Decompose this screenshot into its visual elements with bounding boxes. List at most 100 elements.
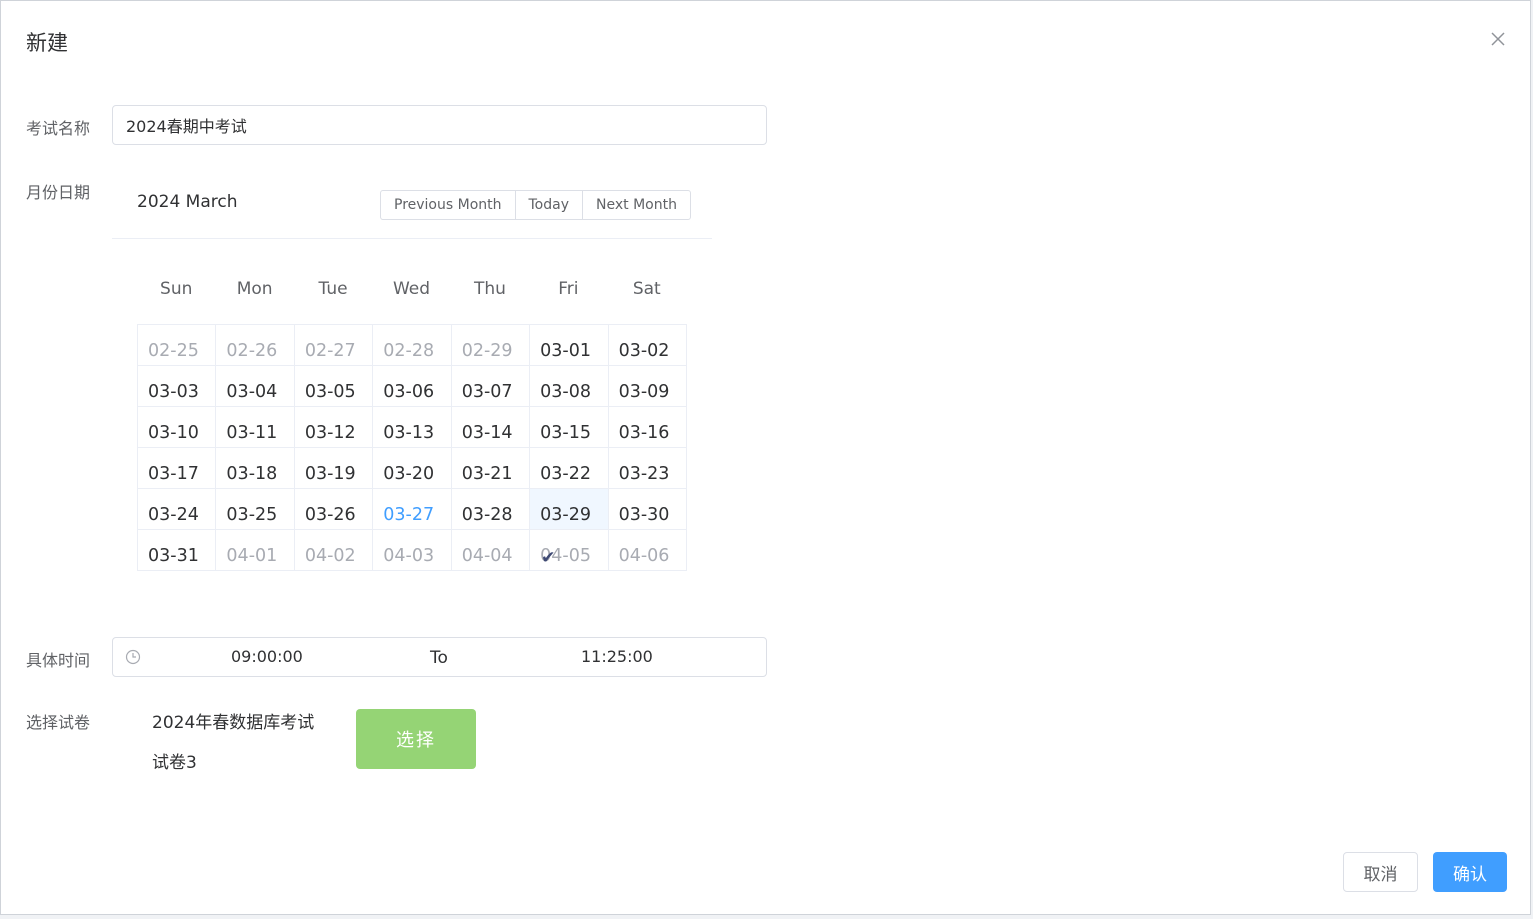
calendar-day-cell[interactable]: 03-08: [530, 366, 609, 407]
calendar-day-label: 03-13: [383, 423, 435, 443]
calendar-day-cell[interactable]: 03-14: [451, 407, 531, 448]
exam-name-input[interactable]: [112, 105, 767, 145]
start-time[interactable]: 09:00:00: [231, 647, 303, 666]
calendar-day-cell[interactable]: 04-01: [216, 530, 295, 571]
today-button[interactable]: Today: [514, 190, 583, 220]
calendar-day-cell[interactable]: 03-18: [216, 448, 295, 489]
calendar-day-label: 03-14: [461, 423, 513, 443]
calendar-day-label: 03-05: [304, 382, 356, 402]
exam-name-label: 考试名称: [26, 119, 91, 138]
time-range-separator: To: [430, 648, 448, 668]
close-icon[interactable]: [1487, 28, 1509, 50]
calendar-day-cell[interactable]: 03-22: [530, 448, 609, 489]
calendar-day-cell[interactable]: 02-26: [216, 325, 295, 366]
cancel-button[interactable]: 取消: [1343, 852, 1418, 892]
calendar-day-label: 02-27: [304, 341, 356, 361]
calendar-day-label: 03-31: [148, 546, 199, 566]
calendar-day-cell[interactable]: 03-21: [451, 448, 531, 489]
calendar-day-label: 03-01: [540, 341, 591, 361]
calendar-day-label: 03-22: [540, 464, 591, 484]
end-time[interactable]: 11:25:00: [581, 647, 653, 666]
calendar-day-cell[interactable]: 02-25: [138, 325, 217, 366]
select-paper-button[interactable]: 选择: [356, 709, 476, 769]
calendar-day-label: 03-18: [226, 464, 278, 484]
calendar-day-cell[interactable]: 03-16: [608, 407, 687, 448]
calendar-day-label: 03-08: [540, 382, 591, 402]
calendar-day-cell[interactable]: 03-30: [608, 489, 687, 530]
calendar-day-cell[interactable]: 04-05 ✔: [530, 530, 609, 571]
calendar-day-label: 03-12: [304, 423, 356, 443]
calendar-day-cell[interactable]: 03-07: [451, 366, 531, 407]
paper-label: 选择试卷: [26, 713, 91, 732]
calendar-day-cell[interactable]: 03-20: [373, 448, 452, 489]
calendar-day-label: 03-24: [148, 505, 199, 525]
calendar-day-label: 02-28: [383, 341, 435, 361]
calendar-day-label: 03-29: [540, 505, 591, 525]
calendar-day-label: 03-27: [383, 505, 435, 525]
calendar-day-cell[interactable]: 04-06: [608, 530, 687, 571]
calendar-day-label: 03-04: [226, 382, 278, 402]
calendar-day-label: 04-01: [226, 546, 278, 566]
check-icon: ✔: [541, 548, 556, 568]
calendar-weekday-header: Sun Mon Tue Wed Thu Fri Sat: [137, 277, 686, 301]
calendar-day-cell[interactable]: 03-23: [608, 448, 687, 489]
calendar-day-label: 03-06: [383, 382, 435, 402]
calendar-day-cell[interactable]: 03-04: [216, 366, 295, 407]
weekday-tue: Tue: [318, 279, 348, 299]
new-exam-dialog: 新建 考试名称 月份日期 2024 March Previous Month T…: [0, 0, 1531, 915]
calendar-day-cell[interactable]: 04-04: [451, 530, 531, 571]
confirm-button[interactable]: 确认: [1433, 852, 1507, 892]
calendar-day-label: 04-03: [383, 546, 435, 566]
calendar-day-cell[interactable]: 03-05: [294, 366, 374, 407]
paper-name: 2024年春数据库考试: [152, 713, 315, 733]
calendar-day-cell[interactable]: 03-26: [294, 489, 374, 530]
time-range-picker[interactable]: 09:00:00 To 11:25:00: [112, 637, 767, 677]
calendar-day-cell[interactable]: 03-19: [294, 448, 374, 489]
paper-subtitle: 试卷3: [152, 753, 197, 773]
calendar-day-cell[interactable]: 03-13: [373, 407, 452, 448]
calendar-divider: [112, 238, 712, 239]
calendar-day-cell[interactable]: 03-02: [608, 325, 687, 366]
calendar-day-cell[interactable]: 03-01: [530, 325, 609, 366]
calendar-day-label: 03-11: [226, 423, 278, 443]
calendar-day-label: 04-06: [618, 546, 670, 566]
calendar-day-cell[interactable]: 03-24: [138, 489, 217, 530]
calendar-day-cell[interactable]: 04-02: [294, 530, 374, 571]
calendar-day-label: 03-02: [618, 341, 670, 361]
calendar-day-cell[interactable]: 03-12: [294, 407, 374, 448]
calendar-day-cell[interactable]: 03-06: [373, 366, 452, 407]
calendar-day-cell[interactable]: 03-03: [138, 366, 217, 407]
weekday-wed: Wed: [392, 279, 431, 299]
calendar-day-label: 03-15: [540, 423, 591, 443]
calendar-day-label: 03-07: [461, 382, 513, 402]
calendar-day-cell[interactable]: 03-25: [216, 489, 295, 530]
weekday-sat: Sat: [632, 279, 661, 299]
calendar-day-label: 03-25: [226, 505, 278, 525]
calendar-day-cell[interactable]: 03-15: [530, 407, 609, 448]
calendar-day-cell[interactable]: 03-31: [138, 530, 217, 571]
calendar-day-label: 03-10: [148, 423, 199, 443]
calendar-nav-buttons: Previous Month Today Next Month: [380, 190, 691, 220]
calendar-day-cell[interactable]: 03-10: [138, 407, 217, 448]
calendar-day-label: 02-29: [461, 341, 513, 361]
calendar-day-cell[interactable]: 02-28: [373, 325, 452, 366]
calendar-day-label: 02-25: [148, 341, 199, 361]
calendar-day-cell[interactable]: 02-29: [451, 325, 531, 366]
calendar-day-cell[interactable]: 03-28: [451, 489, 531, 530]
previous-month-button[interactable]: Previous Month: [380, 190, 516, 220]
calendar-day-cell[interactable]: 03-27: [373, 489, 452, 530]
calendar-day-cell[interactable]: 03-17: [138, 448, 217, 489]
calendar-day-label: 02-26: [226, 341, 278, 361]
calendar-day-label: 03-21: [461, 464, 513, 484]
calendar-day-label: 03-03: [148, 382, 199, 402]
time-label: 具体时间: [26, 651, 91, 670]
calendar-day-cell[interactable]: 02-27: [294, 325, 374, 366]
calendar-day-label: 03-16: [618, 423, 670, 443]
calendar-day-cell[interactable]: 04-03: [373, 530, 452, 571]
calendar-day-label: 04-02: [304, 546, 356, 566]
next-month-button[interactable]: Next Month: [582, 190, 691, 220]
calendar-day-cell[interactable]: 03-11: [216, 407, 295, 448]
calendar-day-cell[interactable]: 03-09: [608, 366, 687, 407]
calendar-day-cell[interactable]: 03-29: [530, 489, 609, 530]
calendar-day-label: 03-28: [461, 505, 513, 525]
